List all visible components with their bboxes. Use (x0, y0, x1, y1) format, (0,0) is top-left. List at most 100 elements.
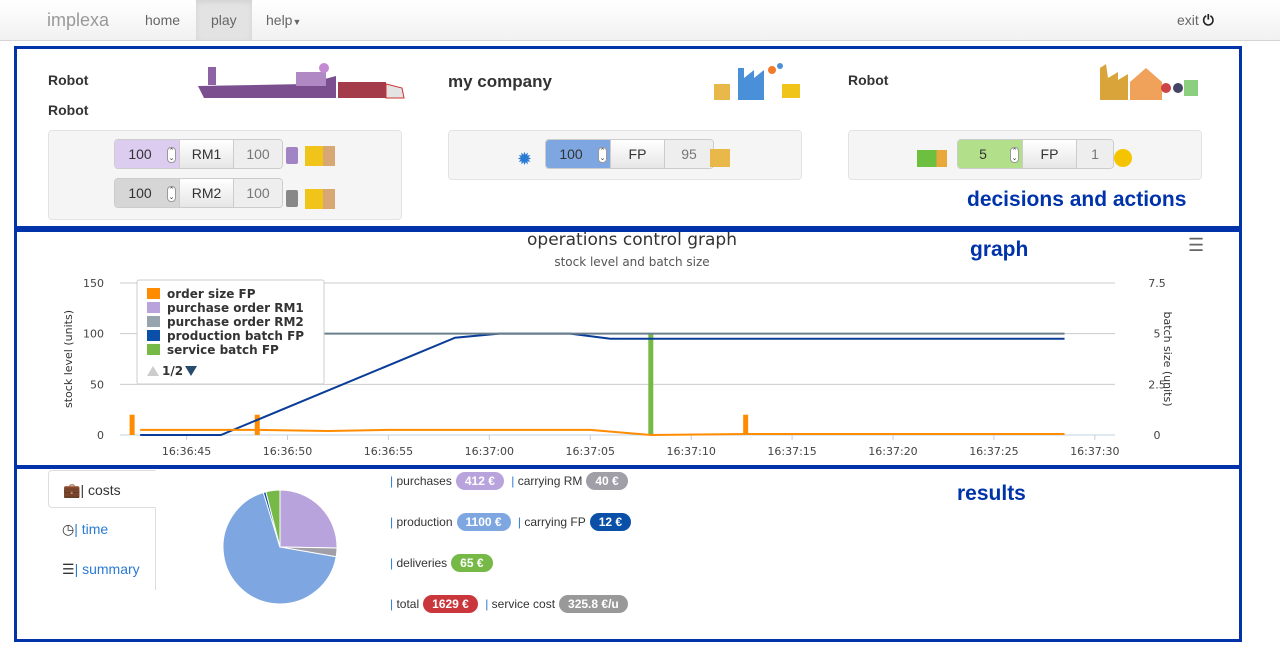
x-tick-label: 16:36:45 (162, 445, 211, 458)
bar (254, 414, 260, 435)
legend-page: 1/2 (162, 364, 183, 378)
results-section (14, 466, 1242, 642)
pie-slice (279, 489, 338, 549)
cost-badge: 325.8 €/u (559, 595, 628, 613)
caret-down-icon: ▼ (292, 17, 302, 27)
cost-badge: 1100 € (456, 513, 511, 531)
bar (129, 414, 135, 435)
coin-icon (1114, 149, 1132, 167)
list-icon: ☰ (62, 561, 75, 577)
cost-badge: 12 € (589, 513, 632, 531)
y-tick-label: 100 (83, 328, 104, 341)
delivery-quantity-input[interactable]: 5 ⌃ ⌄ (958, 140, 1022, 168)
forklift-icon (305, 189, 335, 209)
bar (743, 414, 749, 435)
truck-icon (917, 150, 947, 167)
pallet-icon (710, 149, 730, 167)
cost-label: carrying FP (524, 515, 586, 529)
briefcase-icon: 💼 (63, 482, 81, 498)
cost-label: total (396, 597, 420, 611)
deliver-fp-button[interactable]: FP (1022, 140, 1077, 168)
delivery-group: 5 ⌃ ⌄ FP 1 (957, 139, 1114, 169)
purchase-rm1-group: 100 ⌃ ⌄ RM1 100 (114, 139, 283, 169)
cost-pie-chart (222, 489, 338, 605)
spinner-icon[interactable]: ⌃ ⌄ (167, 186, 176, 202)
customer-name: Robot (848, 72, 889, 88)
nav-help[interactable]: help▼ (251, 0, 316, 40)
tab-time-label: time (81, 521, 109, 537)
brand-logo[interactable]: implexa (47, 10, 109, 31)
x-tick-label: 16:37:30 (1070, 445, 1119, 458)
y-tick-label: 150 (83, 277, 104, 290)
tab-costs[interactable]: 💼| costs (48, 470, 156, 508)
exit-button[interactable]: exit ⏻ (1162, 0, 1229, 40)
gear-icon: ✹ (517, 149, 533, 169)
legend-swatch (147, 302, 160, 313)
spinner-icon[interactable]: ⌃ ⌄ (598, 147, 607, 163)
cost-label: purchases (396, 474, 452, 488)
cost-badge: 65 € (451, 554, 493, 572)
delivery-quantity-value: 5 (979, 146, 987, 162)
tab-summary-label: summary (82, 561, 140, 577)
tab-time[interactable]: ◷| time (48, 510, 156, 548)
legend-item: production batch FP (167, 329, 304, 343)
legend-swatch (147, 316, 160, 327)
clipboard-icon (286, 147, 298, 164)
rm1-stock: 100 (234, 140, 282, 168)
clock-icon: ◷ (62, 521, 75, 537)
rm2-stock: 100 (234, 179, 282, 207)
order-rm1-button[interactable]: RM1 (179, 140, 234, 168)
results-label: results (957, 482, 1026, 505)
rm1-quantity-input[interactable]: 100 ⌃ ⌄ (115, 140, 179, 168)
backlog-value: 1 (1077, 140, 1113, 168)
chart-title: operations control graph (527, 232, 737, 250)
spinner-icon[interactable]: ⌃ ⌄ (1010, 147, 1019, 163)
produce-fp-button[interactable]: FP (610, 140, 665, 168)
bar (648, 333, 654, 435)
legend-item: purchase order RM2 (167, 315, 304, 329)
tab-costs-label: costs (87, 482, 121, 498)
decisions-label: decisions and actions (967, 188, 1187, 211)
nav-play[interactable]: play (196, 0, 252, 40)
customer-shop-icon (1100, 64, 1198, 100)
x-tick-label: 16:37:05 (566, 445, 615, 458)
x-tick-label: 16:37:00 (465, 445, 514, 458)
cost-label: carrying RM (517, 474, 583, 488)
production-quantity-value: 100 (559, 146, 583, 162)
cost-total: | total 1629 € | service cost 325.8 €/u (390, 595, 632, 613)
series-line (140, 428, 1065, 437)
cost-badge: 40 € (586, 472, 628, 490)
spinner-icon[interactable]: ⌃ ⌄ (167, 147, 176, 163)
chart-subtitle: stock level and batch size (554, 255, 709, 269)
ship-truck-icon (198, 63, 405, 99)
x-tick-label: 16:36:55 (364, 445, 413, 458)
x-tick-label: 16:37:10 (666, 445, 715, 458)
y-axis-label: stock level (units) (62, 310, 75, 408)
rm2-quantity-input[interactable]: 100 ⌃ ⌄ (115, 179, 179, 207)
y-tick-label: 0 (97, 429, 104, 442)
production-group: 100 ⌃ ⌄ FP 95 (545, 139, 714, 169)
supplier-name-2: Robot (48, 102, 89, 118)
y2-tick-label: 7.5 (1148, 277, 1166, 290)
y2-tick-label: 5 (1154, 328, 1161, 341)
cost-purchases: | purchases 412 € | carrying RM 40 € (390, 472, 632, 490)
cost-badge: 1629 € (423, 595, 478, 613)
cost-label: production (396, 515, 453, 529)
legend-swatch (147, 330, 160, 341)
y-tick-label: 50 (90, 378, 104, 391)
cost-deliveries: | deliveries 65 € (390, 554, 497, 572)
power-icon: ⏻ (1202, 12, 1214, 28)
purchase-rm2-group: 100 ⌃ ⌄ RM2 100 (114, 178, 283, 208)
legend-item: order size FP (167, 287, 256, 301)
production-quantity-input[interactable]: 100 ⌃ ⌄ (546, 140, 610, 168)
nav-home[interactable]: home (130, 0, 195, 40)
x-tick-label: 16:36:50 (263, 445, 312, 458)
order-rm2-button[interactable]: RM2 (179, 179, 234, 207)
supplier-name-1: Robot (48, 72, 89, 88)
y2-tick-label: 0 (1154, 429, 1161, 442)
y2-axis-label: batch size (units) (1161, 311, 1174, 406)
factory-icon (714, 63, 800, 100)
tab-summary[interactable]: ☰| summary (48, 550, 156, 588)
fp-stock: 95 (665, 140, 713, 168)
exit-label: exit (1177, 12, 1199, 28)
